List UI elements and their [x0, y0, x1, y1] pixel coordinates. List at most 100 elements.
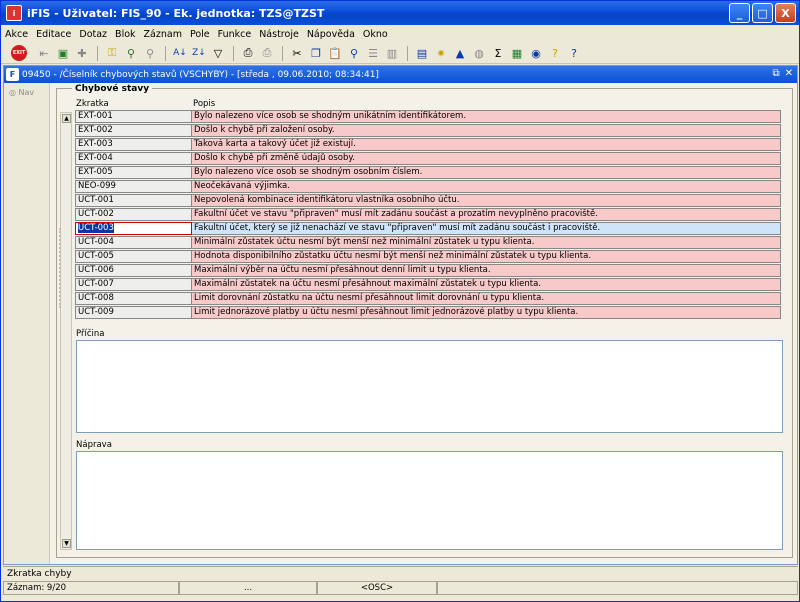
desc-field[interactable]: Limit dorovnání zůstatku na účtu nesmí p…	[192, 292, 781, 305]
desc-field[interactable]: Limit jednorázové platby u účtu nesmí př…	[192, 306, 781, 319]
desc-field[interactable]: Taková karta a takový účet již existují.	[192, 138, 781, 151]
table-row[interactable]: EXT-003 Taková karta a takový účet již ex…	[75, 138, 784, 152]
desc-field[interactable]: Fakultní účet ve stavu "připraven" musí …	[192, 208, 781, 221]
desc-field[interactable]: Maximální zůstatek na účtu nesmí přesáhn…	[192, 278, 781, 291]
status-empty	[437, 581, 798, 595]
table-row[interactable]: EXT-005 Bylo nalezeno více osob se shodný…	[75, 166, 784, 180]
count-query-icon[interactable]: ⚲	[141, 45, 159, 61]
table-row[interactable]: UCT-005 Hodnota disponibilního zůstatku ú…	[75, 250, 784, 264]
code-field[interactable]: UCT-006	[75, 264, 192, 277]
table-row[interactable]: EXT-004 Došlo k chybě při změně údajů oso…	[75, 152, 784, 166]
execute-query-icon[interactable]: ⚲	[122, 45, 140, 61]
code-field[interactable]: NEO-099	[75, 180, 192, 193]
menu-funkce[interactable]: Funkce	[218, 29, 252, 40]
circle-icon[interactable]: ◍	[470, 45, 488, 61]
triangle-icon[interactable]: ▲	[451, 45, 469, 61]
table-row-selected[interactable]: UCT-003 Fakultní účet, který se již nenac…	[75, 222, 784, 236]
code-field[interactable]: UCT-008	[75, 292, 192, 305]
nav-label: Nav	[18, 88, 35, 97]
toolbar-separator	[282, 45, 283, 61]
scroll-up-icon[interactable]: ▲	[62, 114, 71, 123]
code-field[interactable]: UCT-004	[75, 236, 192, 249]
code-field[interactable]: EXT-003	[75, 138, 192, 151]
desc-field[interactable]: Bylo nalezeno více osob se shodným uniká…	[192, 110, 781, 123]
remedy-textarea[interactable]	[76, 451, 783, 550]
cut-icon[interactable]: ✂	[288, 45, 306, 61]
enter-query-icon[interactable]: ⚿	[103, 45, 121, 61]
desc-field[interactable]: Neočekávaná výjimka.	[192, 180, 781, 193]
menu-napoveda[interactable]: Nápověda	[307, 29, 355, 40]
search-icon[interactable]: ⚲	[345, 45, 363, 61]
exit-icon[interactable]: EXIT	[11, 45, 27, 61]
table-row[interactable]: UCT-002 Fakultní účet ve stavu "připraven…	[75, 208, 784, 222]
list-icon[interactable]: ☰	[364, 45, 382, 61]
desc-field[interactable]: Minimální zůstatek účtu nesmí být menší …	[192, 236, 781, 249]
title-bar[interactable]: i iFIS - Uživatel: FIS_90 - Ek. jednotka…	[1, 1, 799, 25]
vertical-scrollbar[interactable]: ▲ ▼	[60, 112, 72, 550]
star-icon[interactable]: ✷	[432, 45, 450, 61]
code-field[interactable]: EXT-004	[75, 152, 192, 165]
desc-field[interactable]: Fakultní účet, který se již nenachází ve…	[192, 222, 781, 235]
table-row[interactable]: EXT-001 Bylo nalezeno více osob se shodný…	[75, 110, 784, 124]
code-field[interactable]: UCT-005	[75, 250, 192, 263]
desc-field[interactable]: Bylo nalezeno více osob se shodným osobn…	[192, 166, 781, 179]
code-field[interactable]: UCT-001	[75, 194, 192, 207]
status-more: ...	[179, 581, 317, 595]
code-field[interactable]: EXT-005	[75, 166, 192, 179]
desc-field[interactable]: Hodnota disponibilního zůstatku účtu nes…	[192, 250, 781, 263]
desc-field[interactable]: Maximální výběr na účtu nesmí přesáhnout…	[192, 264, 781, 277]
minimize-button[interactable]: _	[729, 3, 750, 23]
code-field[interactable]: EXT-001	[75, 110, 192, 123]
help-icon[interactable]: ?	[546, 45, 564, 61]
form-close-button[interactable]: ✕	[785, 68, 793, 79]
table-row[interactable]: UCT-007 Maximální zůstatek na účtu nesmí …	[75, 278, 784, 292]
menu-dotaz[interactable]: Dotaz	[79, 29, 107, 40]
close-button[interactable]: X	[775, 3, 796, 23]
columns-icon[interactable]: ▥	[383, 45, 401, 61]
maximize-button[interactable]: □	[752, 3, 773, 23]
nav-panel[interactable]: ◎ Nav	[4, 83, 50, 564]
toolbar-separator	[233, 45, 234, 61]
excel-icon[interactable]: ▦	[508, 45, 526, 61]
sum-icon[interactable]: Σ	[489, 45, 507, 61]
report-icon[interactable]: ▤	[413, 45, 431, 61]
menu-blok[interactable]: Blok	[115, 29, 135, 40]
code-field[interactable]: UCT-002	[75, 208, 192, 221]
new-record-icon[interactable]: ✚	[73, 45, 91, 61]
form-title-bar[interactable]: F 09450 - /Číselník chybových stavů (VSC…	[4, 66, 797, 83]
desc-field[interactable]: Došlo k chybě při změně údajů osoby.	[192, 152, 781, 165]
desc-field[interactable]: Nepovolená kombinace identifikátoru vlas…	[192, 194, 781, 207]
table-row[interactable]: UCT-006 Maximální výběr na účtu nesmí pře…	[75, 264, 784, 278]
code-field[interactable]: EXT-002	[75, 124, 192, 137]
table-row[interactable]: UCT-001 Nepovolená kombinace identifikáto…	[75, 194, 784, 208]
menu-pole[interactable]: Pole	[190, 29, 210, 40]
code-field[interactable]: UCT-009	[75, 306, 192, 319]
print-icon[interactable]: ⎙	[239, 45, 257, 61]
form-restore-button[interactable]: ⧉	[772, 68, 779, 79]
print-preview-icon[interactable]: ⎙	[258, 45, 276, 61]
table-row[interactable]: UCT-009 Limit jednorázové platby u účtu n…	[75, 306, 784, 320]
copy-icon[interactable]: ❐	[307, 45, 325, 61]
whats-this-icon[interactable]: ?	[565, 45, 583, 61]
code-field[interactable]: UCT-003	[75, 222, 192, 235]
table-row[interactable]: UCT-004 Minimální zůstatek účtu nesmí být…	[75, 236, 784, 250]
desc-field[interactable]: Došlo k chybě při založení osoby.	[192, 124, 781, 137]
table-row[interactable]: UCT-008 Limit dorovnání zůstatku na účtu …	[75, 292, 784, 306]
code-field[interactable]: UCT-007	[75, 278, 192, 291]
filter-icon[interactable]: ▽	[209, 45, 227, 61]
menu-akce[interactable]: Akce	[5, 29, 28, 40]
table-row[interactable]: NEO-099 Neočekávaná výjimka.	[75, 180, 784, 194]
menu-zaznam[interactable]: Záznam	[144, 29, 182, 40]
globe-icon[interactable]: ◉	[527, 45, 545, 61]
paste-icon[interactable]: 📋	[326, 45, 344, 61]
cause-textarea[interactable]	[76, 340, 783, 433]
sort-asc-icon[interactable]: A↓	[171, 45, 189, 61]
save-icon[interactable]: ▣	[54, 45, 72, 61]
first-record-icon[interactable]: ⇤	[35, 45, 53, 61]
scroll-down-icon[interactable]: ▼	[62, 539, 71, 548]
sort-desc-icon[interactable]: Z↓	[190, 45, 208, 61]
menu-editace[interactable]: Editace	[36, 29, 71, 40]
menu-nastroje[interactable]: Nástroje	[259, 29, 299, 40]
menu-okno[interactable]: Okno	[363, 29, 388, 40]
table-row[interactable]: EXT-002 Došlo k chybě při založení osoby.	[75, 124, 784, 138]
